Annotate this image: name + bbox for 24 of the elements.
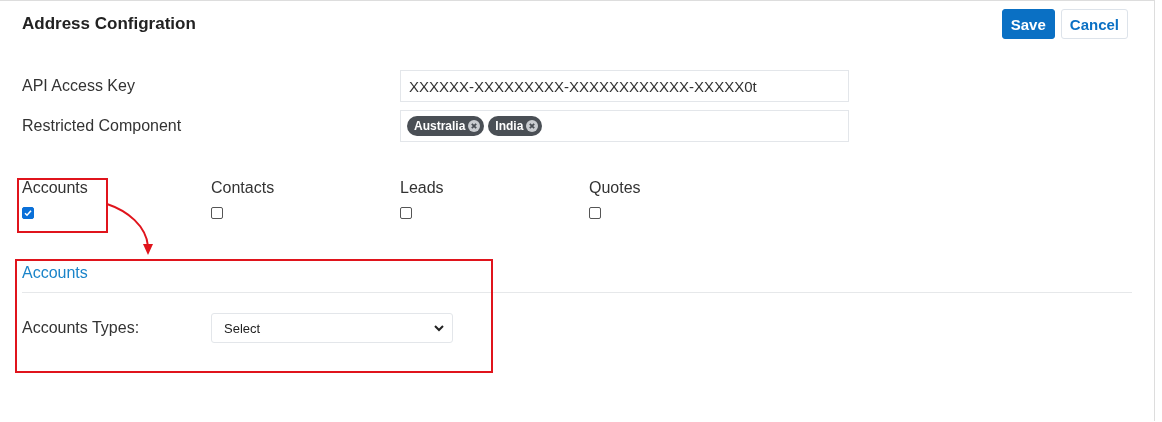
checkbox[interactable]	[211, 207, 223, 219]
remove-icon[interactable]	[468, 120, 481, 132]
checkbox[interactable]	[589, 207, 601, 219]
save-button[interactable]: Save	[1001, 9, 1055, 39]
tag-chip[interactable]: India	[488, 116, 543, 136]
checkbox[interactable]	[22, 207, 34, 219]
module-label: Leads	[400, 179, 445, 197]
page-title: Address Configration	[22, 14, 196, 34]
select-field[interactable]: Select	[211, 313, 453, 343]
section-title: Accounts	[22, 264, 88, 281]
cancel-button[interactable]: Cancel	[1060, 9, 1128, 39]
field-label: Accounts Types:	[22, 319, 141, 337]
checkbox[interactable]	[400, 207, 412, 219]
tag-chip[interactable]: Australia	[407, 116, 485, 136]
field-label: API Access Key	[22, 77, 136, 95]
input-field[interactable]: XXXXXX-XXXXXXXXX-XXXXXXXXXXXX-XXXXX0t	[400, 70, 849, 102]
module-label: Quotes	[589, 179, 642, 197]
tag-field[interactable]: Australia India	[400, 110, 849, 142]
chevron-down-icon	[434, 324, 444, 332]
field-label: Restricted Component	[22, 117, 183, 135]
module-label: Accounts	[22, 179, 89, 197]
module-label: Contacts	[211, 179, 276, 197]
arrow	[106, 203, 153, 255]
remove-icon[interactable]	[526, 120, 539, 132]
